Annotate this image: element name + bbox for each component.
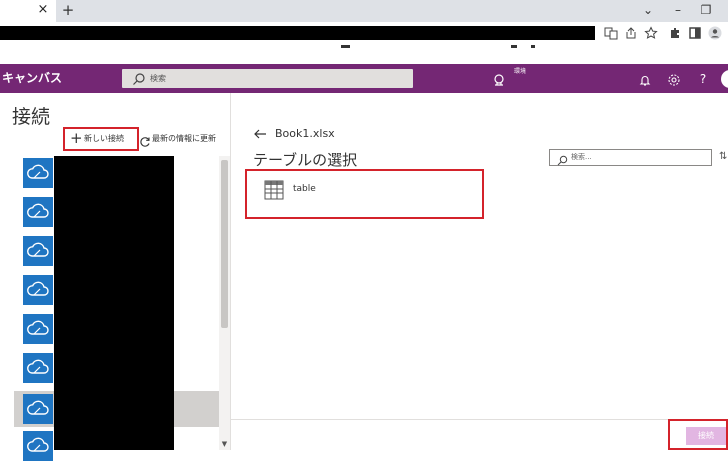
translate-icon[interactable] <box>604 26 618 40</box>
new-connection-label: 新しい接続 <box>84 134 124 143</box>
search-icon <box>557 151 568 166</box>
search-icon <box>132 71 146 85</box>
onedrive-cloud-icon <box>23 236 53 266</box>
scroll-down-icon[interactable]: ▼ <box>220 440 229 449</box>
scrollbar-thumb[interactable] <box>221 160 228 328</box>
notifications-bell-icon[interactable] <box>638 72 652 86</box>
bookmark-star-icon[interactable] <box>644 26 658 40</box>
settings-gear-icon[interactable] <box>667 72 681 86</box>
table-item-label: table <box>293 184 316 194</box>
panel-title: 接続 <box>12 106 51 128</box>
minimize-icon[interactable]: – <box>668 2 688 18</box>
section-title: テーブルの選択 <box>253 151 358 169</box>
back-arrow-icon[interactable] <box>253 126 267 140</box>
redacted-connection-names <box>54 156 174 450</box>
extensions-icon[interactable] <box>668 26 682 40</box>
onedrive-cloud-icon <box>23 394 53 424</box>
refresh-icon[interactable] <box>139 133 151 147</box>
onedrive-cloud-icon <box>23 197 53 227</box>
table-grid-icon <box>264 180 284 200</box>
onedrive-cloud-icon <box>23 353 53 383</box>
global-search-placeholder: 検索 <box>150 74 166 83</box>
onedrive-cloud-icon <box>23 314 53 344</box>
profile-icon[interactable] <box>708 26 722 40</box>
page-top-strip <box>0 44 728 64</box>
environment-label[interactable]: 環境 <box>514 66 526 75</box>
onedrive-cloud-icon <box>23 158 53 188</box>
help-icon[interactable]: ? <box>696 70 710 88</box>
sort-icon[interactable]: ⇅ <box>719 151 727 162</box>
file-name: Book1.xlsx <box>275 127 335 140</box>
address-bar-redacted[interactable] <box>0 26 595 40</box>
footer-divider <box>231 419 728 420</box>
table-search-placeholder: 検索... <box>571 153 592 161</box>
restore-icon[interactable]: ❐ <box>696 2 716 18</box>
plus-icon: + <box>70 129 83 147</box>
onedrive-cloud-icon <box>23 431 53 461</box>
tab-search-icon[interactable]: ⌄ <box>638 2 658 18</box>
share-icon[interactable] <box>624 26 638 40</box>
onedrive-cloud-icon <box>23 275 53 305</box>
connect-button[interactable]: 接続 <box>686 427 726 445</box>
tab-close-icon[interactable]: × <box>36 2 50 18</box>
side-panel-icon[interactable] <box>688 26 702 40</box>
clipped-text-fragment <box>531 45 535 48</box>
browser-tab-strip <box>0 0 728 22</box>
clipped-text-fragment <box>341 45 350 48</box>
app-title[interactable]: キャンバス <box>2 64 62 93</box>
clipped-text-fragment <box>511 45 517 48</box>
refresh-button[interactable]: 最新の情報に更新 <box>152 133 216 145</box>
environment-icon[interactable] <box>492 72 506 86</box>
new-tab-icon[interactable]: + <box>60 1 76 19</box>
